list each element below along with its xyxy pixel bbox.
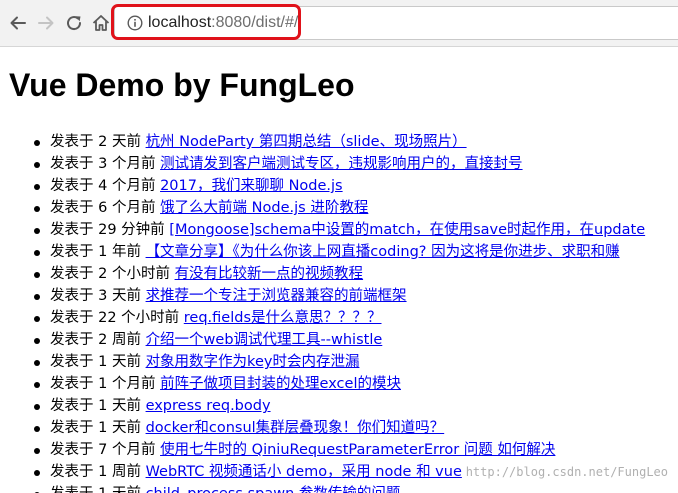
post-time: 发表于 22 个小时前 [50,310,184,326]
post-time: 发表于 3 个月前 [50,156,161,172]
list-item: 发表于 1 天前 child_process.spawn 参数传输的问题 [34,483,678,493]
list-item: 发表于 3 个月前 测试请发到客户端测试专区，违规影响用户的，直接封号 [34,153,678,175]
post-time: 发表于 4 个月前 [50,178,161,194]
post-time: 发表于 2 天前 [50,134,146,150]
watermark: http://blog.csdn.net/FungLeo [465,465,668,479]
topic-link[interactable]: [Mongoose]schema中设置的match，在使用save时起作用，在u… [169,222,645,238]
topic-link[interactable]: express req.body [146,398,271,414]
list-item: 发表于 3 天前 求推荐一个专注于浏览器兼容的前端框架 [34,285,678,307]
post-time: 发表于 3 天前 [50,288,146,304]
url-host: localhost [148,14,212,31]
forward-arrow-icon [38,16,54,30]
url-text: localhost:8080/dist/#/ [148,14,298,32]
reload-button[interactable] [63,12,85,34]
post-time: 发表于 7 个月前 [50,442,161,458]
forward-button[interactable] [35,12,57,34]
topic-link[interactable]: 测试请发到客户端测试专区，违规影响用户的，直接封号 [160,156,523,172]
list-item: 发表于 7 个月前 使用七牛时的 QiniuRequestParameterEr… [34,439,678,461]
back-arrow-icon [10,16,26,30]
post-time: 发表于 1 周前 [50,464,146,480]
topic-link[interactable]: 有没有比较新一点的视频教程 [175,266,364,282]
post-time: 发表于 2 个小时前 [50,266,175,282]
post-time: 发表于 1 个月前 [50,376,161,392]
post-time: 发表于 1 天前 [50,398,146,414]
topic-list: 发表于 2 天前 杭州 NodeParty 第四期总结（slide、现场照片）发… [0,131,678,493]
list-item: 发表于 29 分钟前 [Mongoose]schema中设置的match，在使用… [34,219,678,241]
list-item: 发表于 1 天前 express req.body [34,395,678,417]
topic-link[interactable]: 前阵子做项目封装的处理excel的模块 [160,376,401,392]
info-icon[interactable] [127,15,143,35]
post-time: 发表于 6 个月前 [50,200,161,216]
address-bar[interactable]: localhost:8080/dist/#/ [114,6,678,40]
topic-link[interactable]: 对象用数字作为key时会内存泄漏 [146,354,360,370]
topic-link[interactable]: req.fields是什么意思？？？？ [184,310,382,326]
post-time: 发表于 1 天前 [50,420,146,436]
list-item: 发表于 1 天前 对象用数字作为key时会内存泄漏 [34,351,678,373]
post-time: 发表于 1 天前 [50,486,146,493]
topic-link[interactable]: 求推荐一个专注于浏览器兼容的前端框架 [146,288,407,304]
url-path: :8080/dist/#/ [211,14,299,31]
home-button[interactable] [90,12,112,34]
list-item: 发表于 1 年前 【文章分享】《为什么你该上网直播coding? 因为这将是你进… [34,241,678,263]
topic-link[interactable]: 使用七牛时的 QiniuRequestParameterError 问题 如何解… [160,442,555,458]
topic-link[interactable]: WebRTC 视频通话小 demo，采用 node 和 vue [146,464,462,480]
topic-link[interactable]: 【文章分享】《为什么你该上网直播coding? 因为这将是你进步、求职和赚 [146,244,620,260]
list-item: 发表于 4 个月前 2017，我们来聊聊 Node.js [34,175,678,197]
back-button[interactable] [7,12,29,34]
list-item: 发表于 1 天前 docker和consul集群层叠现象！你们知道吗？ [34,417,678,439]
list-item: 发表于 2 天前 杭州 NodeParty 第四期总结（slide、现场照片） [34,131,678,153]
topic-link[interactable]: 介绍一个web调试代理工具--whistle [146,332,383,348]
reload-icon [67,16,82,31]
list-item: 发表于 2 周前 介绍一个web调试代理工具--whistle [34,329,678,351]
post-time: 发表于 2 周前 [50,332,146,348]
page-title: Vue Demo by FungLeo [9,67,355,103]
topic-link[interactable]: docker和consul集群层叠现象！你们知道吗？ [146,420,445,436]
topic-link[interactable]: 饿了么大前端 Node.js 进阶教程 [160,200,368,216]
post-time: 发表于 1 天前 [50,354,146,370]
list-item: 发表于 2 个小时前 有没有比较新一点的视频教程 [34,263,678,285]
topic-link[interactable]: child_process.spawn 参数传输的问题 [146,486,401,493]
post-time: 发表于 1 年前 [50,244,146,260]
browser-toolbar: localhost:8080/dist/#/ [0,0,678,47]
topic-link[interactable]: 杭州 NodeParty 第四期总结（slide、现场照片） [146,134,467,150]
list-item: 发表于 22 个小时前 req.fields是什么意思？？？？ [34,307,678,329]
post-time: 发表于 29 分钟前 [50,222,170,238]
list-item: 发表于 1 个月前 前阵子做项目封装的处理excel的模块 [34,373,678,395]
topic-link[interactable]: 2017，我们来聊聊 Node.js [160,178,343,194]
home-icon [92,15,110,31]
page-content: Vue Demo by FungLeo 发表于 2 天前 杭州 NodePart… [0,47,678,493]
list-item: 发表于 6 个月前 饿了么大前端 Node.js 进阶教程 [34,197,678,219]
